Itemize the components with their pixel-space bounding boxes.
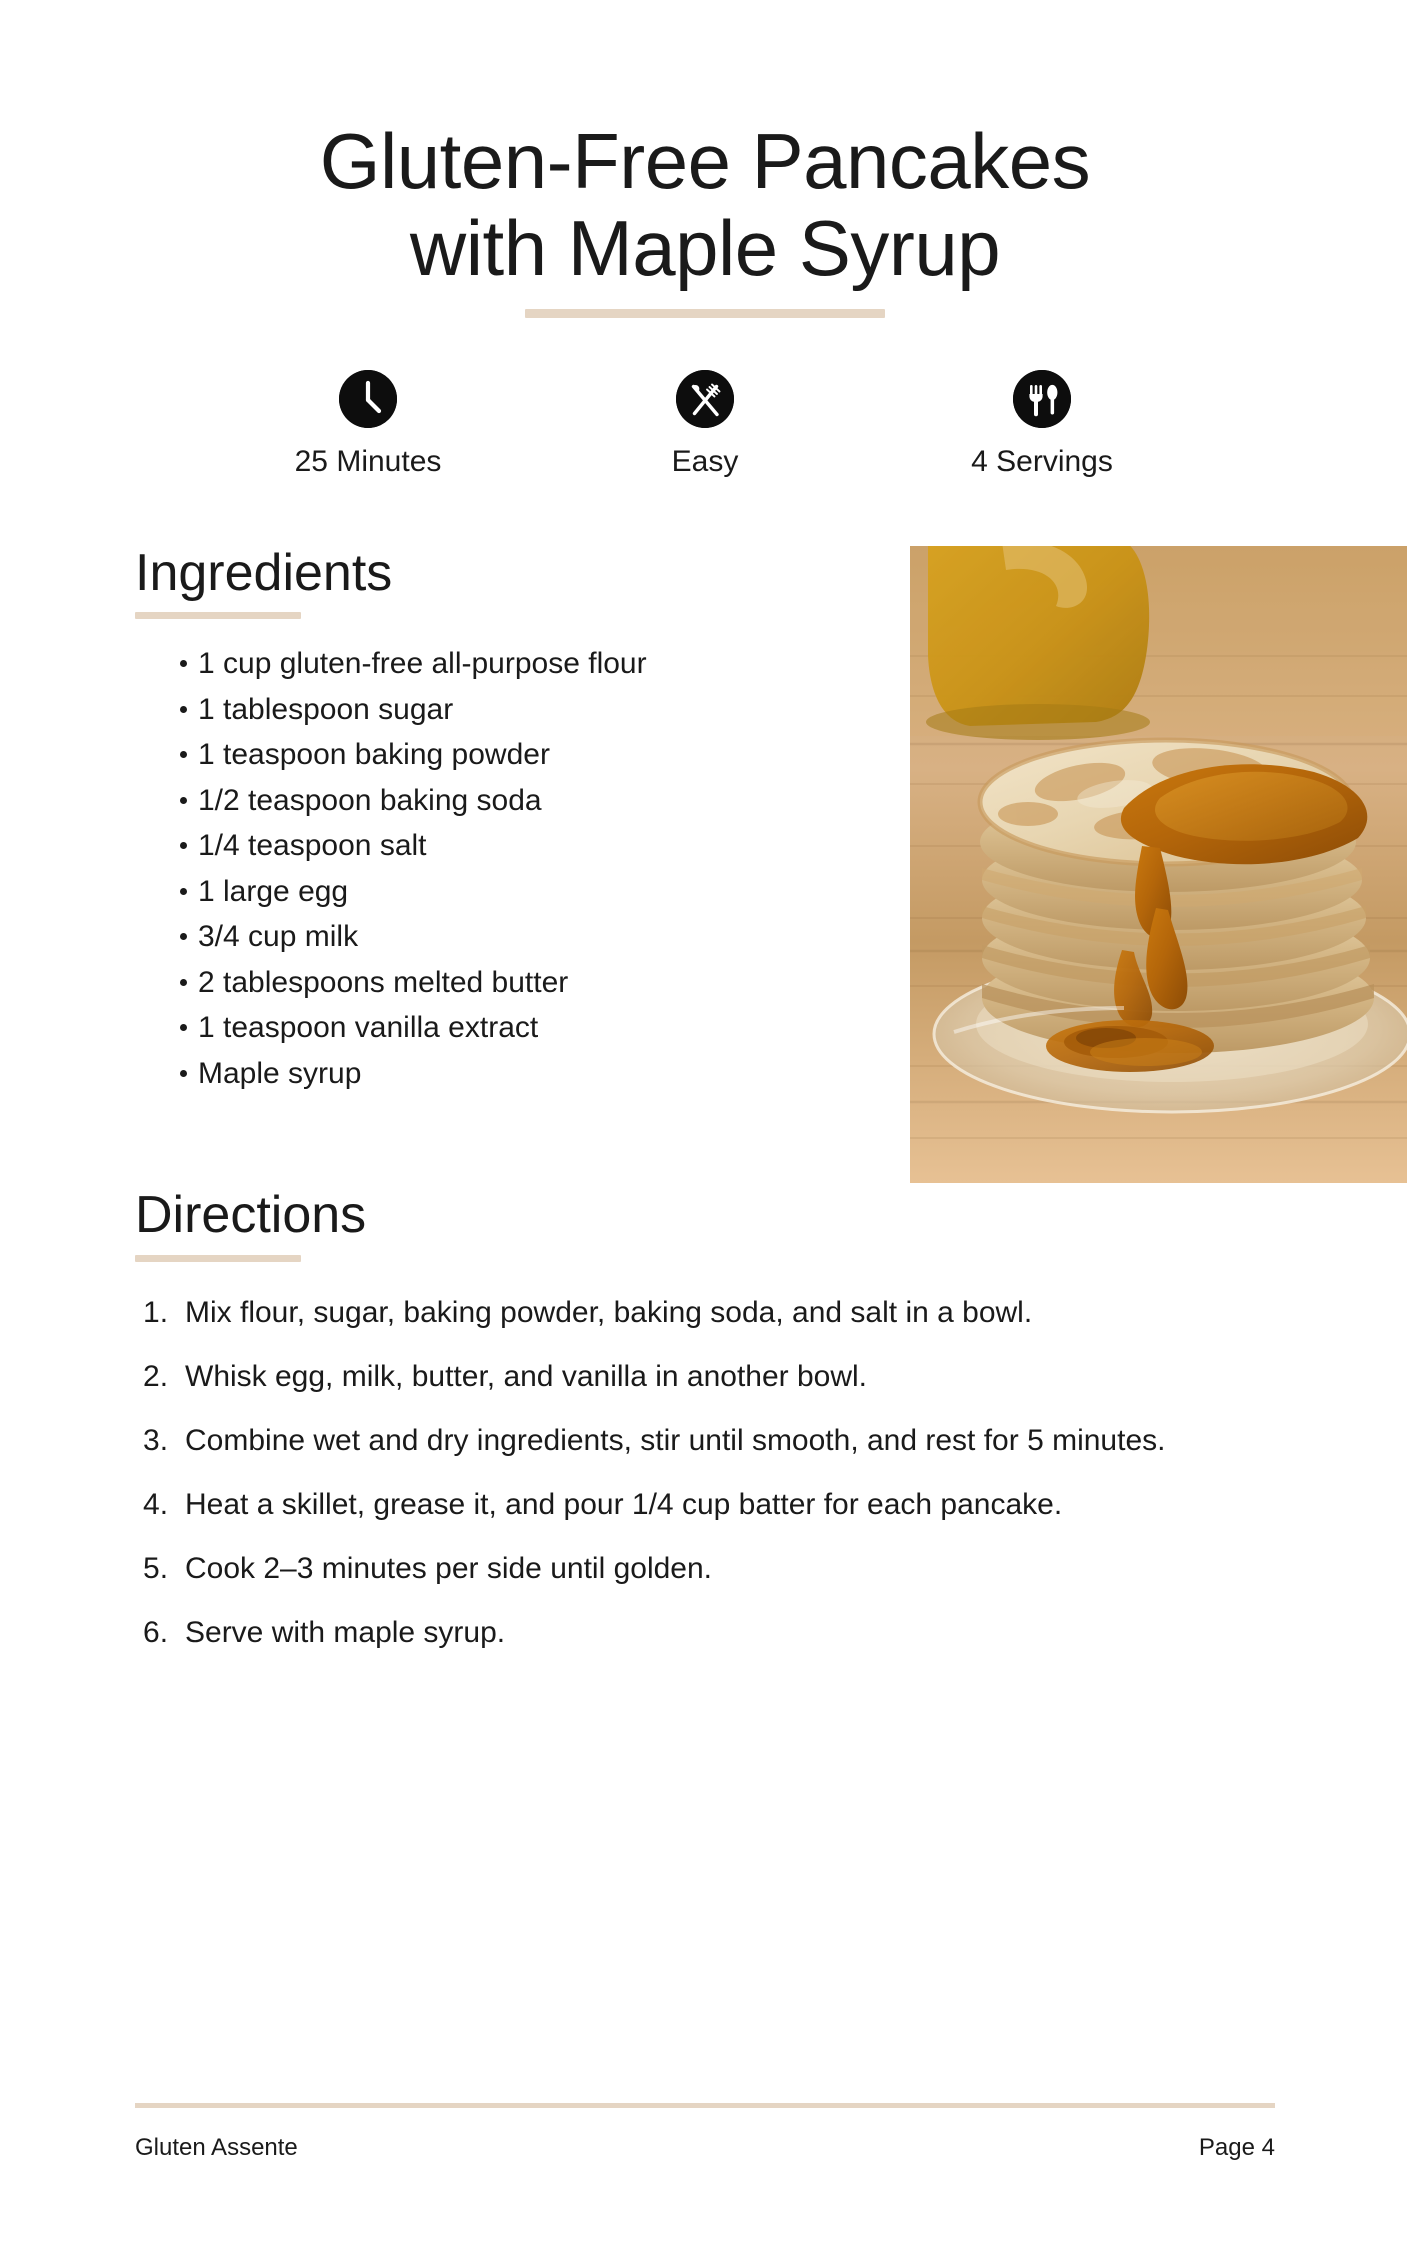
list-item: 1 teaspoon vanilla extract xyxy=(135,1009,735,1047)
list-item: 1 cup gluten-free all-purpose flour xyxy=(135,645,735,683)
ingredient-text: Maple syrup xyxy=(198,1056,362,1090)
direction-text: Heat a skillet, grease it, and pour 1/4 … xyxy=(185,1487,1063,1521)
title-accent-rule xyxy=(525,308,885,318)
meta-item-difficulty: Easy xyxy=(575,369,835,480)
list-item: Combine wet and dry ingredients, stir un… xyxy=(135,1418,1275,1463)
list-item: Maple syrup xyxy=(135,1055,735,1093)
bullet-icon xyxy=(180,705,187,713)
direction-text: Cook 2–3 minutes per side until golden. xyxy=(185,1551,712,1585)
ingredient-text: 2 tablespoons melted butter xyxy=(198,965,569,999)
list-item: 2 tablespoons melted butter xyxy=(135,964,735,1002)
list-item: Mix flour, sugar, baking powder, baking … xyxy=(135,1290,1275,1335)
list-item: 1 large egg xyxy=(135,873,735,911)
recipe-content: Ingredients 1 cup gluten-free all-purpos… xyxy=(0,546,1410,1655)
ingredients-accent-rule xyxy=(135,612,301,620)
bullet-icon xyxy=(180,660,187,668)
recipe-page: Gluten-Free Pancakes with Maple Syrup 25… xyxy=(0,0,1410,2250)
fork-spoon-icon xyxy=(1013,369,1071,428)
footer-brand: Gluten Assente xyxy=(135,2134,298,2161)
list-item: 1/2 teaspoon baking soda xyxy=(135,782,735,820)
fork-knife-icon xyxy=(676,369,734,428)
ingredient-text: 1 large egg xyxy=(198,874,349,908)
directions-section: Directions Mix flour, sugar, baking powd… xyxy=(135,1188,1275,1655)
list-item: 1 teaspoon baking powder xyxy=(135,736,735,774)
list-item: 1/4 teaspoon salt xyxy=(135,827,735,865)
footer-divider xyxy=(135,2103,1275,2108)
ingredient-text: 1/4 teaspoon salt xyxy=(198,829,427,863)
direction-text: Whisk egg, milk, butter, and vanilla in … xyxy=(185,1359,868,1393)
bullet-icon xyxy=(180,751,187,759)
ingredient-text: 1 tablespoon sugar xyxy=(198,692,454,726)
list-item: Cook 2–3 minutes per side until golden. xyxy=(135,1546,1275,1591)
meta-label-servings: 4 Servings xyxy=(971,444,1113,478)
list-item: Whisk egg, milk, butter, and vanilla in … xyxy=(135,1354,1275,1399)
direction-text: Combine wet and dry ingredients, stir un… xyxy=(185,1423,1166,1457)
list-item: 1 tablespoon sugar xyxy=(135,691,735,729)
direction-text: Mix flour, sugar, baking powder, baking … xyxy=(185,1295,1033,1329)
page-title: Gluten-Free Pancakes with Maple Syrup xyxy=(145,117,1265,293)
meta-label-time: 25 Minutes xyxy=(294,444,442,478)
ingredient-text: 1 teaspoon vanilla extract xyxy=(198,1011,539,1045)
ingredient-text: 1/2 teaspoon baking soda xyxy=(198,783,542,817)
clock-icon xyxy=(339,369,397,428)
page-footer: Gluten Assente Page 4 xyxy=(135,2103,1275,2162)
bullet-icon xyxy=(180,796,187,804)
bullet-icon xyxy=(180,978,187,986)
ingredient-text: 1 cup gluten-free all-purpose flour xyxy=(198,647,647,681)
list-item: Heat a skillet, grease it, and pour 1/4 … xyxy=(135,1482,1275,1527)
bullet-icon xyxy=(180,842,187,850)
title-line-1: Gluten-Free Pancakes xyxy=(319,117,1091,205)
meta-item-servings: 4 Servings xyxy=(912,369,1172,480)
bullet-icon xyxy=(180,1024,187,1032)
recipe-photo xyxy=(910,545,1407,1183)
directions-accent-rule xyxy=(135,1254,301,1262)
direction-list: Mix flour, sugar, baking powder, baking … xyxy=(135,1290,1275,1655)
ingredient-text: 1 teaspoon baking powder xyxy=(198,738,550,772)
meta-label-difficulty: Easy xyxy=(671,444,739,478)
title-block: Gluten-Free Pancakes with Maple Syrup xyxy=(0,0,1410,318)
bullet-icon xyxy=(180,1069,187,1077)
bullet-icon xyxy=(180,887,187,895)
directions-heading: Directions xyxy=(135,1186,367,1245)
title-line-2: with Maple Syrup xyxy=(409,204,1001,293)
ingredient-text: 3/4 cup milk xyxy=(198,920,359,954)
footer-row: Gluten Assente Page 4 xyxy=(135,2134,1275,2162)
recipe-meta-row: 25 Minutes Easy 4 Servings xyxy=(200,369,1210,480)
list-item: 3/4 cup milk xyxy=(135,918,735,956)
ingredient-list: 1 cup gluten-free all-purpose flour 1 ta… xyxy=(135,645,735,1092)
footer-page-number: Page 4 xyxy=(1198,2134,1275,2161)
ingredients-section: Ingredients 1 cup gluten-free all-purpos… xyxy=(135,546,1407,1183)
bullet-icon xyxy=(180,933,187,941)
list-item: Serve with maple syrup. xyxy=(135,1610,1275,1655)
meta-item-time: 25 Minutes xyxy=(238,369,498,480)
direction-text: Serve with maple syrup. xyxy=(185,1615,506,1649)
